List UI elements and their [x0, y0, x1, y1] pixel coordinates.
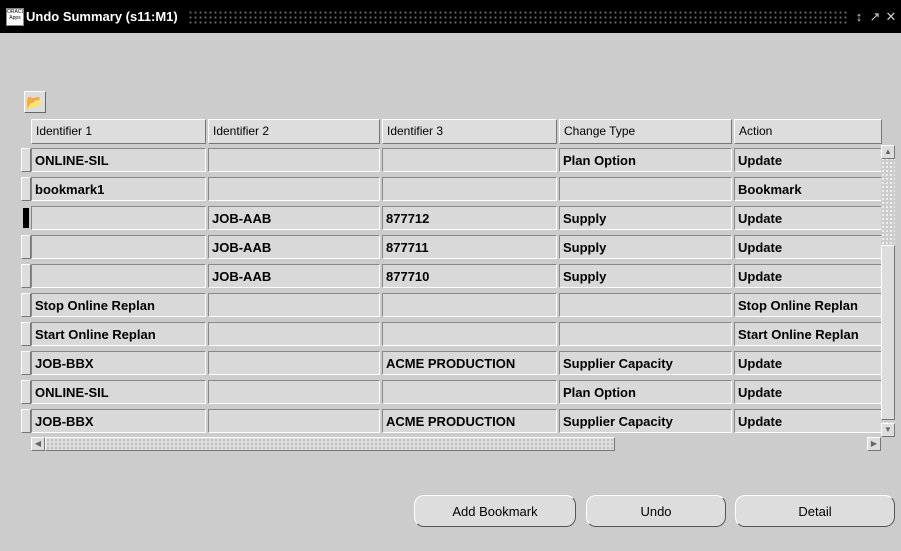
- table-cell[interactable]: [382, 322, 557, 346]
- table-cell[interactable]: [208, 351, 380, 375]
- table-cell[interactable]: Supplier Capacity: [559, 351, 732, 375]
- table-cell[interactable]: [208, 380, 380, 404]
- table-cell[interactable]: 877712: [382, 206, 557, 230]
- scroll-down-icon[interactable]: ▼: [881, 423, 895, 437]
- table-cell[interactable]: Supply: [559, 264, 732, 288]
- row-selector[interactable]: [21, 293, 31, 317]
- row-selector[interactable]: [23, 208, 29, 228]
- table-cell[interactable]: Plan Option: [559, 148, 732, 172]
- export-icon: 📂: [26, 93, 44, 110]
- table-cell[interactable]: [31, 264, 206, 288]
- column-header[interactable]: Identifier 3: [382, 119, 557, 144]
- column-header[interactable]: Action: [734, 119, 882, 144]
- table-cell[interactable]: Update: [734, 409, 882, 433]
- undo-button[interactable]: Undo: [586, 495, 726, 527]
- table-cell[interactable]: Stop Online Replan: [31, 293, 206, 317]
- table-cell[interactable]: Start Online Replan: [31, 322, 206, 346]
- table-cell[interactable]: [382, 148, 557, 172]
- horizontal-scrollbar[interactable]: ◀ ▶: [31, 437, 881, 451]
- row-selector[interactable]: [21, 322, 31, 346]
- minimize-icon[interactable]: ↕: [853, 9, 865, 25]
- table-cell[interactable]: Update: [734, 380, 882, 404]
- maximize-icon[interactable]: ↗: [869, 9, 881, 25]
- table-cell[interactable]: [208, 409, 380, 433]
- table-cell[interactable]: Update: [734, 148, 882, 172]
- table-cell[interactable]: [31, 206, 206, 230]
- table-cell[interactable]: Stop Online Replan: [734, 293, 882, 317]
- table-cell[interactable]: [31, 235, 206, 259]
- table-cell[interactable]: Update: [734, 351, 882, 375]
- add-bookmark-button[interactable]: Add Bookmark: [414, 495, 576, 527]
- table-cell[interactable]: JOB-BBX: [31, 409, 206, 433]
- table-cell[interactable]: ONLINE-SIL: [31, 148, 206, 172]
- table-cell[interactable]: Update: [734, 264, 882, 288]
- detail-button[interactable]: Detail: [735, 495, 895, 527]
- table-cell[interactable]: [208, 322, 380, 346]
- table-cell[interactable]: JOB-AAB: [208, 235, 380, 259]
- table-cell[interactable]: Supply: [559, 206, 732, 230]
- close-icon[interactable]: ✕: [885, 9, 897, 25]
- row-selector[interactable]: [21, 177, 31, 201]
- scroll-up-icon[interactable]: ▲: [881, 145, 895, 159]
- horizontal-scroll-thumb[interactable]: [45, 437, 615, 451]
- table-cell[interactable]: Supplier Capacity: [559, 409, 732, 433]
- table-cell[interactable]: ACME PRODUCTION: [382, 351, 557, 375]
- window-title: Undo Summary (s11:M1): [26, 9, 178, 24]
- table-cell[interactable]: Update: [734, 235, 882, 259]
- row-selector[interactable]: [21, 264, 31, 288]
- row-selector[interactable]: [21, 409, 31, 433]
- table-cell[interactable]: ONLINE-SIL: [31, 380, 206, 404]
- table-cell[interactable]: [559, 322, 732, 346]
- table-cell[interactable]: [382, 380, 557, 404]
- scroll-right-icon[interactable]: ▶: [867, 437, 881, 451]
- table-cell[interactable]: [382, 177, 557, 201]
- oracle-app-icon: ORACLEApps: [6, 7, 24, 26]
- scroll-left-icon[interactable]: ◀: [31, 437, 45, 451]
- table-cell[interactable]: bookmark1: [31, 177, 206, 201]
- vertical-scrollbar[interactable]: ▲ ▼: [881, 145, 895, 437]
- row-selector[interactable]: [21, 351, 31, 375]
- row-selector[interactable]: [21, 380, 31, 404]
- export-button[interactable]: 📂: [24, 91, 46, 113]
- table-cell[interactable]: [382, 293, 557, 317]
- table-cell[interactable]: [559, 293, 732, 317]
- table-cell[interactable]: ACME PRODUCTION: [382, 409, 557, 433]
- table-cell[interactable]: Plan Option: [559, 380, 732, 404]
- title-bar-pattern: [187, 9, 849, 24]
- row-selector[interactable]: [21, 235, 31, 259]
- column-header[interactable]: Identifier 2: [208, 119, 380, 144]
- table-cell[interactable]: JOB-AAB: [208, 264, 380, 288]
- vertical-scroll-thumb[interactable]: [881, 245, 895, 420]
- table-cell[interactable]: 877710: [382, 264, 557, 288]
- table-cell[interactable]: [559, 177, 732, 201]
- table-cell[interactable]: JOB-BBX: [31, 351, 206, 375]
- column-header[interactable]: Change Type: [559, 119, 732, 144]
- title-bar: ORACLEApps Undo Summary (s11:M1) ↕ ↗ ✕: [0, 0, 901, 33]
- table-cell[interactable]: [208, 177, 380, 201]
- table-cell[interactable]: Supply: [559, 235, 732, 259]
- column-header[interactable]: Identifier 1: [31, 119, 206, 144]
- row-selector[interactable]: [21, 148, 31, 172]
- table-cell[interactable]: Update: [734, 206, 882, 230]
- table-cell[interactable]: [208, 148, 380, 172]
- table-cell[interactable]: Bookmark: [734, 177, 882, 201]
- table-cell[interactable]: [208, 293, 380, 317]
- table-cell[interactable]: Start Online Replan: [734, 322, 882, 346]
- table-cell[interactable]: 877711: [382, 235, 557, 259]
- table-cell[interactable]: JOB-AAB: [208, 206, 380, 230]
